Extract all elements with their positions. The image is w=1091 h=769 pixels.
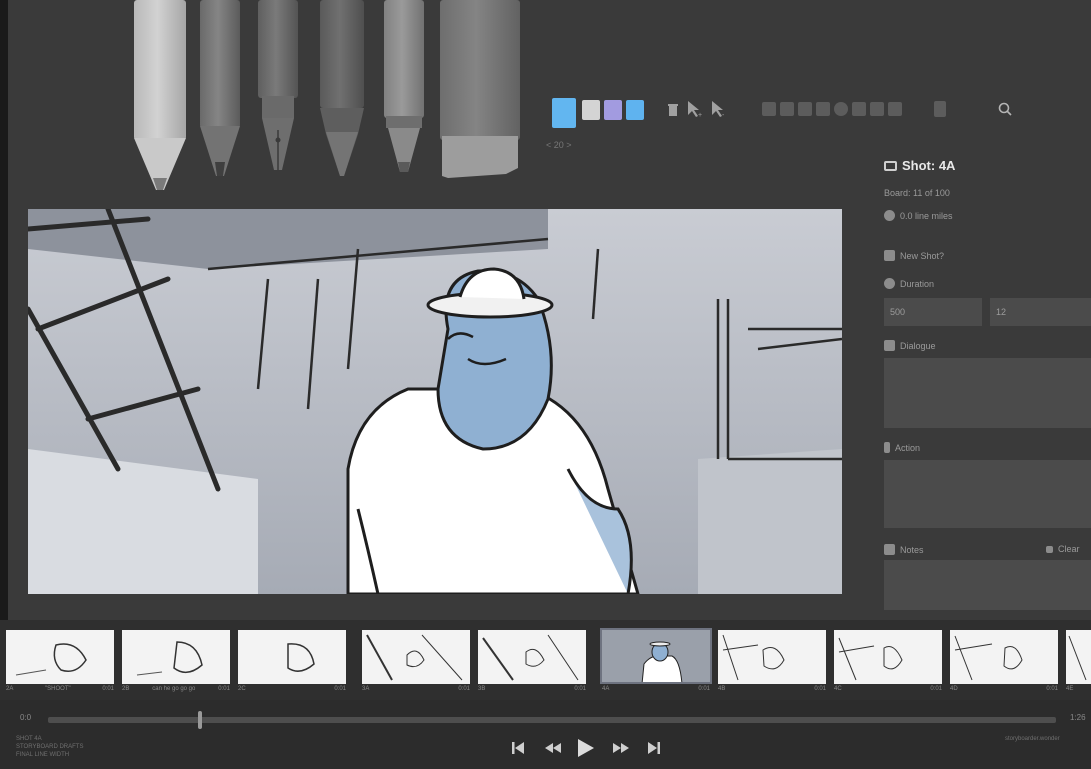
thumbnail[interactable] <box>834 630 942 684</box>
color-swatch-2[interactable] <box>582 100 600 120</box>
new-shot-toggle[interactable]: New Shot? <box>884 250 944 261</box>
line-miles: 0.0 line miles <box>884 210 953 221</box>
new-shot-label: New Shot? <box>900 250 945 261</box>
notes-clear-text: Clear <box>1058 544 1080 554</box>
timeline-start-time: 0:0 <box>20 713 32 722</box>
rewind-button[interactable] <box>542 738 564 758</box>
layers-icon[interactable] <box>816 102 830 116</box>
skip-end-icon <box>648 742 660 754</box>
pointer-subtract-icon[interactable]: - <box>710 100 728 118</box>
image-icon[interactable] <box>888 102 902 116</box>
eraser-tool[interactable] <box>440 0 520 180</box>
color-swatch-primary[interactable] <box>552 98 576 128</box>
fast-forward-icon <box>613 743 629 753</box>
marker-tool[interactable] <box>384 0 424 178</box>
shot-details-panel: Shot: 4A Board: 11 of 100 0.0 line miles… <box>876 150 1091 610</box>
thumbnail-strip: 2A "SHOOT" 0:01 2B can he go go go 0:01 2C 0:… <box>0 620 1091 700</box>
thumbnail-selected[interactable] <box>600 628 712 684</box>
rewind-icon <box>545 743 561 753</box>
shield-icon[interactable] <box>834 102 848 116</box>
pen-tool[interactable] <box>258 0 298 175</box>
thumbnail-label: 4B 0:01 <box>718 686 826 692</box>
thumbnail[interactable] <box>6 630 114 684</box>
line-miles-text: 0.0 line miles <box>900 210 953 221</box>
fast-forward-button[interactable] <box>610 738 632 758</box>
play-icon <box>578 739 594 757</box>
thumbnail[interactable] <box>238 630 346 684</box>
thumbnail[interactable] <box>950 630 1058 684</box>
dialogue-field[interactable] <box>884 358 1091 428</box>
duration-label: Duration <box>884 278 934 289</box>
clear-icon <box>1046 545 1053 553</box>
thumbnail-label: 4D 0:01 <box>950 686 1058 692</box>
thumbnail-label: 4E <box>1066 686 1074 692</box>
notes-icon <box>884 544 895 555</box>
right-caption: storyboarder.wonder <box>1005 736 1060 742</box>
pointer-add-icon[interactable]: + <box>686 100 704 118</box>
checkbox-icon[interactable] <box>884 250 895 261</box>
brush-tool[interactable] <box>320 0 364 180</box>
shot-title-text: Shot: 4A <box>902 158 956 173</box>
thumbnail-label: 4A 0:01 <box>602 686 710 692</box>
action-label-text: Action <box>895 442 921 453</box>
flip-horizontal-icon[interactable] <box>762 102 776 116</box>
compass-icon <box>884 210 895 221</box>
grid-icon[interactable] <box>870 102 884 116</box>
notes-field[interactable] <box>884 560 1091 610</box>
thumbnail-label: 2A "SHOOT" 0:01 <box>6 686 114 692</box>
timeline-playhead[interactable] <box>198 711 202 729</box>
dialogue-label-text: Dialogue <box>900 340 936 351</box>
duration-label-text: Duration <box>900 278 935 289</box>
timeline-end-time: 1:26 <box>1070 713 1086 722</box>
light-pencil-tool[interactable] <box>134 0 186 195</box>
skip-end-button[interactable] <box>646 738 662 758</box>
thumbnail-label: 2B can he go go go 0:01 <box>122 686 230 692</box>
skip-start-button[interactable] <box>510 738 526 758</box>
thumbnail[interactable] <box>122 630 230 684</box>
thumbnail-label: 3B 0:01 <box>478 686 586 692</box>
pin-icon <box>884 442 890 453</box>
play-button[interactable] <box>576 738 596 758</box>
clock-icon <box>884 278 895 289</box>
thumbnail[interactable] <box>1066 630 1091 684</box>
speech-bubble-icon <box>884 340 895 351</box>
shot-title: Shot: 4A <box>884 158 955 173</box>
thumbnail-label: 4C 0:01 <box>834 686 942 692</box>
search-icon[interactable] <box>998 102 1012 116</box>
onion-skin-icon[interactable] <box>798 102 812 116</box>
flip-vertical-icon[interactable] <box>780 102 794 116</box>
storyboard-app: < 20 > + - Shot: 4A Board: 11 of 100 0.0… <box>0 0 1091 769</box>
thumbnail[interactable] <box>718 630 826 684</box>
svg-text:-: - <box>722 112 725 118</box>
dialogue-label: Dialogue <box>884 340 936 351</box>
storyboard-sketch-image <box>28 209 842 594</box>
skip-start-icon <box>512 742 524 754</box>
thumbnail[interactable] <box>362 630 470 684</box>
brush-size-label[interactable]: < 20 > <box>546 140 572 150</box>
action-field[interactable] <box>884 460 1091 528</box>
thumbnail[interactable] <box>478 630 586 684</box>
camera-icon[interactable] <box>852 102 866 116</box>
notes-clear-button[interactable]: Clear <box>1046 544 1080 554</box>
timeline-bar: 0:0 1:26 SHOT 4A STORYBOARD DRAFTS FINAL… <box>0 700 1091 769</box>
board-info-text: Board: 11 of 100 <box>884 188 950 198</box>
duration-frames-field[interactable] <box>990 298 1091 326</box>
notes-label: Notes <box>884 544 924 555</box>
trash-icon[interactable] <box>668 103 678 117</box>
color-swatch-4[interactable] <box>626 100 644 120</box>
thumbnail-label: 3A 0:01 <box>362 686 470 692</box>
duration-ms-field[interactable] <box>884 298 982 326</box>
document-icon[interactable] <box>934 101 946 117</box>
color-swatch-3[interactable] <box>604 100 622 120</box>
drawing-canvas[interactable] <box>28 209 842 594</box>
svg-text:+: + <box>698 112 702 118</box>
board-info: Board: 11 of 100 <box>884 188 950 198</box>
pencil-tool[interactable] <box>200 0 240 180</box>
thumbnail-label: 2C 0:01 <box>238 686 346 692</box>
frame-icon <box>884 160 897 171</box>
shot-meta: SHOT 4A STORYBOARD DRAFTS FINAL LINE WID… <box>16 736 84 758</box>
notes-label-text: Notes <box>900 544 924 555</box>
action-label: Action <box>884 442 920 453</box>
